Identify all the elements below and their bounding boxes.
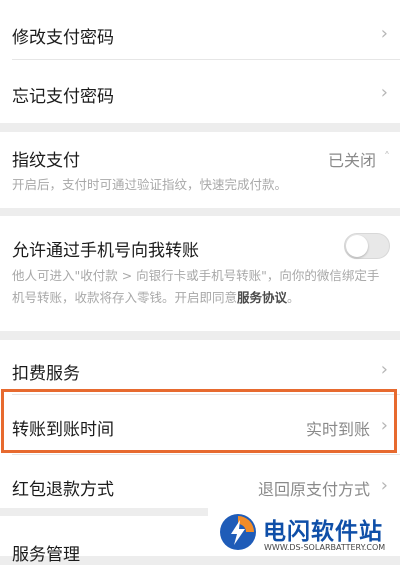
transfer-arrival-time-label: 转账到账时间 xyxy=(12,420,114,440)
phone-transfer-description-text: 他人可进入"收付款 > 向银行卡或手机号转账"，向你的微信绑定手机号转账，收款将… xyxy=(12,268,380,305)
red-packet-refund-value: 退回原支付方式 xyxy=(257,480,370,499)
red-packet-refund-label: 红包退款方式 xyxy=(12,480,114,500)
change-payment-password-row[interactable]: 修改支付密码 › xyxy=(0,0,400,60)
lightning-logo-icon xyxy=(220,514,256,550)
phone-transfer-toggle[interactable] xyxy=(344,233,390,259)
watermark-subtitle: WWW.DS-SOLARBATTERY.COM xyxy=(264,543,386,552)
transfer-arrival-time-row[interactable]: 转账到账时间 实时到账 › xyxy=(0,395,400,455)
chevron-right-icon: › xyxy=(380,475,388,496)
chevron-right-icon: › xyxy=(380,82,388,103)
service-agreement-link[interactable]: 服务协议 xyxy=(237,290,287,305)
change-payment-password-label: 修改支付密码 xyxy=(12,28,114,48)
fingerprint-payment-row[interactable]: 指纹支付 已关闭 ˄ 开启后，支付时可通过验证指纹，快速完成付款。 xyxy=(0,132,400,208)
phone-transfer-label: 允许通过手机号向我转账 xyxy=(12,241,199,261)
service-management-label: 服务管理 xyxy=(12,545,80,565)
watermark-title: 电闪软件站 xyxy=(263,519,383,545)
forgot-payment-password-label: 忘记支付密码 xyxy=(12,87,114,107)
deduction-service-row[interactable]: 扣费服务 › xyxy=(0,340,400,395)
forgot-payment-password-row[interactable]: 忘记支付密码 › xyxy=(0,60,400,123)
red-packet-refund-row[interactable]: 红包退款方式 退回原支付方式 › xyxy=(0,455,400,508)
phone-transfer-description: 他人可进入"收付款 > 向银行卡或手机号转账"，向你的微信绑定手机号转账，收款将… xyxy=(12,265,380,309)
watermark: 电闪软件站 WWW.DS-SOLARBATTERY.COM xyxy=(208,508,400,556)
phone-transfer-row: 允许通过手机号向我转账 他人可进入"收付款 > 向银行卡或手机号转账"，向你的微… xyxy=(0,216,400,331)
chevron-right-icon: › xyxy=(380,359,388,380)
toggle-knob xyxy=(346,235,368,257)
fingerprint-payment-label: 指纹支付 xyxy=(12,151,80,171)
fingerprint-status-value: 已关闭 xyxy=(327,151,376,170)
chevron-up-icon: ˄ xyxy=(384,150,390,164)
phone-transfer-description-end: 。 xyxy=(287,290,300,305)
chevron-right-icon: › xyxy=(380,23,388,44)
chevron-right-icon: › xyxy=(380,415,388,436)
deduction-service-label: 扣费服务 xyxy=(12,364,80,384)
transfer-arrival-time-value: 实时到账 xyxy=(305,420,370,439)
fingerprint-description: 开启后，支付时可通过验证指纹，快速完成付款。 xyxy=(12,177,288,192)
